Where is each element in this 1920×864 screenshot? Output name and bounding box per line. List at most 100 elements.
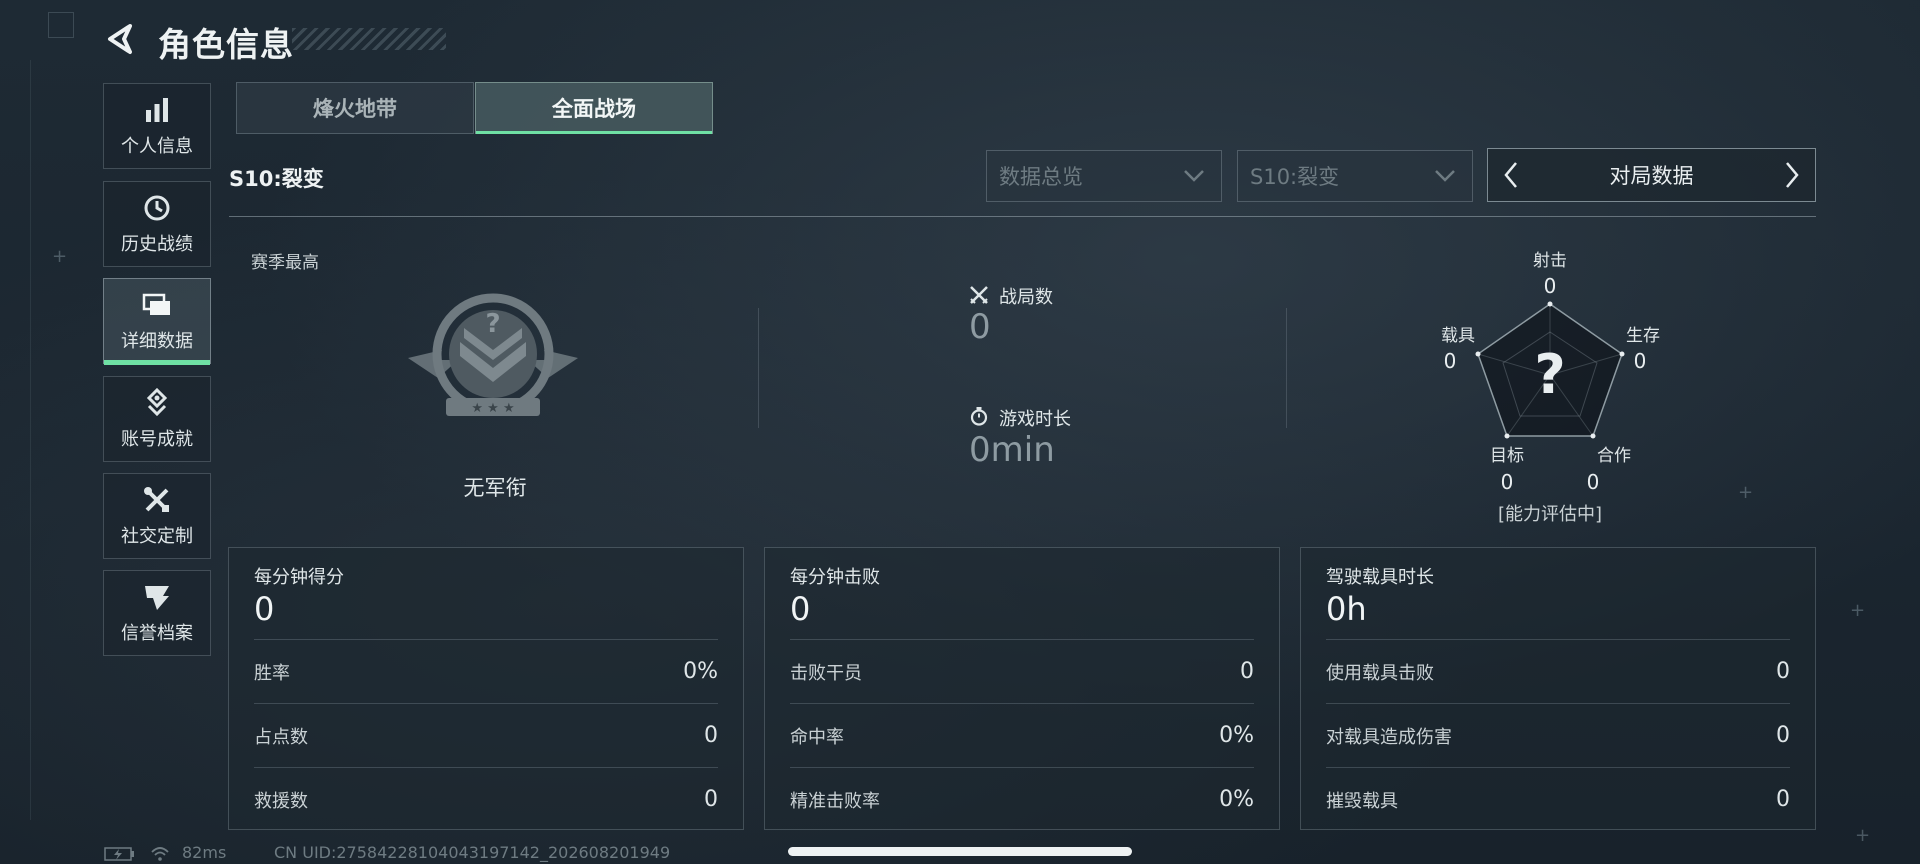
tab-fire-zone[interactable]: 烽火地带 (236, 82, 474, 134)
stat-row-value: 0% (683, 659, 718, 684)
chevron-down-icon (1184, 170, 1204, 182)
panel-title: 每分钟击败 (790, 567, 880, 588)
radar-value-objective: 0 (1500, 470, 1514, 494)
uid-text: CN UID:27584228104043197142_202608201949 (274, 843, 671, 862)
panel-value: 0 (790, 590, 811, 628)
wifi-icon (151, 847, 169, 861)
overview-dropdown[interactable]: 数据总览 (986, 150, 1222, 202)
svg-text:?: ? (485, 309, 500, 339)
stat-row: 占点数 0 (254, 703, 718, 767)
shield-icon (141, 581, 173, 613)
dropdown-value: S10:裂变 (1250, 165, 1340, 189)
sidebar-item-detailed-data[interactable]: 详细数据 (103, 278, 211, 365)
defeats-panel: 每分钟击败 0 击败干员 0 命中率 0% 精准击败率 0% (764, 547, 1280, 830)
plus-decoration: + (1850, 600, 1866, 621)
plus-decoration: + (1855, 825, 1871, 846)
stat-row: 命中率 0% (790, 703, 1254, 767)
sidebar-item-label: 信誉档案 (121, 623, 193, 644)
playtime-label: 游戏时长 (999, 409, 1071, 430)
home-indicator[interactable] (788, 847, 1132, 856)
history-icon (141, 192, 173, 224)
stat-row-label: 对载具造成伤害 (1326, 726, 1452, 748)
page-title: 角色信息 (158, 25, 294, 64)
achievement-icon (141, 387, 173, 419)
section-divider (229, 216, 1816, 217)
stat-row: 摧毁载具 0 (1326, 767, 1790, 831)
chevron-left-icon[interactable] (1498, 157, 1524, 193)
sidebar-item-social[interactable]: 社交定制 (103, 473, 211, 559)
stat-row-label: 击败干员 (790, 662, 862, 684)
radar-value-shooting: 0 (1543, 274, 1557, 298)
radar-value-cooperation: 0 (1586, 470, 1600, 494)
plus-decoration: + (1738, 482, 1754, 503)
radar-label-cooperation: 合作 (1597, 446, 1631, 466)
vehicle-panel: 驾驶载具时长 0h 使用载具击败 0 对载具造成伤害 0 摧毁载具 0 (1300, 547, 1816, 830)
ability-status: [能力评估中] (1497, 504, 1603, 525)
radar-label-survival: 生存 (1626, 326, 1660, 346)
radar-label-objective: 目标 (1490, 446, 1524, 466)
sidebar-item-label: 社交定制 (121, 526, 193, 547)
corner-decoration (48, 12, 74, 38)
stat-row-value: 0% (1219, 787, 1254, 812)
stat-row-value: 0 (704, 723, 718, 748)
radar-value-vehicle: 0 (1443, 349, 1457, 373)
stat-row-label: 占点数 (254, 726, 308, 748)
season-label: S10:裂变 (229, 167, 324, 191)
dropdown-value: 数据总览 (999, 165, 1083, 189)
stat-row-value: 0 (1240, 659, 1254, 684)
stat-row-label: 胜率 (254, 662, 290, 684)
sidebar-item-personal-info[interactable]: 个人信息 (103, 83, 211, 169)
vertical-divider (1286, 308, 1287, 428)
stat-row-value: 0 (1776, 659, 1790, 684)
panel-title: 驾驶载具时长 (1326, 567, 1434, 588)
stopwatch-icon (970, 407, 988, 426)
score-panel: 每分钟得分 0 胜率 0% 占点数 0 救援数 0 (228, 547, 744, 830)
folder-icon (141, 289, 173, 321)
sidebar-item-history[interactable]: 历史战绩 (103, 181, 211, 267)
vertical-divider (758, 308, 759, 428)
sidebar-item-label: 账号成就 (121, 429, 193, 450)
radar-label-shooting: 射击 (1533, 251, 1567, 271)
rank-badge-icon: ? ★ ★ ★ (408, 293, 578, 416)
stat-row: 击败干员 0 (790, 639, 1254, 703)
stat-row-label: 精准击败率 (790, 790, 880, 812)
stat-row-value: 0 (704, 787, 718, 812)
svg-text:★ ★ ★: ★ ★ ★ (471, 401, 514, 416)
stat-row-value: 0 (1776, 787, 1790, 812)
panel-value: 0 (254, 590, 275, 628)
sidebar-item-label: 个人信息 (121, 136, 193, 157)
crossed-swords-icon (970, 286, 988, 304)
sidebar-item-reputation[interactable]: 信誉档案 (103, 570, 211, 656)
edge-line-decoration (30, 60, 31, 820)
sidebar-item-label: 历史战绩 (121, 234, 193, 255)
season-dropdown[interactable]: S10:裂变 (1237, 150, 1473, 202)
stat-row-label: 使用载具击败 (1326, 662, 1434, 684)
stat-row: 救援数 0 (254, 767, 718, 831)
stat-row-value: 0 (1776, 723, 1790, 748)
panel-value: 0h (1326, 590, 1367, 628)
stat-row: 精准击败率 0% (790, 767, 1254, 831)
stat-row-label: 命中率 (790, 726, 844, 748)
ability-radar: ? 射击 0 生存 0 合作 0 目标 0 载具 0 (1430, 240, 1670, 530)
radar-value-survival: 0 (1633, 349, 1647, 373)
rank-name: 无军衔 (463, 476, 527, 500)
stat-row: 使用载具击败 0 (1326, 639, 1790, 703)
stat-row-label: 救援数 (254, 790, 308, 812)
tools-icon (141, 484, 173, 516)
plus-decoration: + (52, 246, 68, 267)
sidebar-item-achievements[interactable]: 账号成就 (103, 376, 211, 462)
title-stripes-decoration (292, 28, 446, 50)
data-type-label: 对局数据 (1609, 164, 1694, 188)
stat-row: 对载具造成伤害 0 (1326, 703, 1790, 767)
chevron-down-icon (1435, 170, 1455, 182)
matches-label: 战局数 (999, 287, 1053, 308)
chevron-right-icon[interactable] (1779, 157, 1805, 193)
bar-chart-icon (141, 94, 173, 126)
radar-center-mark: ? (1534, 343, 1566, 406)
radar-label-vehicle: 载具 (1441, 326, 1475, 346)
data-type-selector: 对局数据 (1487, 148, 1816, 202)
playtime-value: 0min (969, 430, 1055, 470)
sidebar-item-label: 详细数据 (121, 331, 193, 352)
tab-full-battlefield[interactable]: 全面战场 (475, 82, 713, 134)
back-arrow-icon[interactable] (104, 22, 138, 56)
